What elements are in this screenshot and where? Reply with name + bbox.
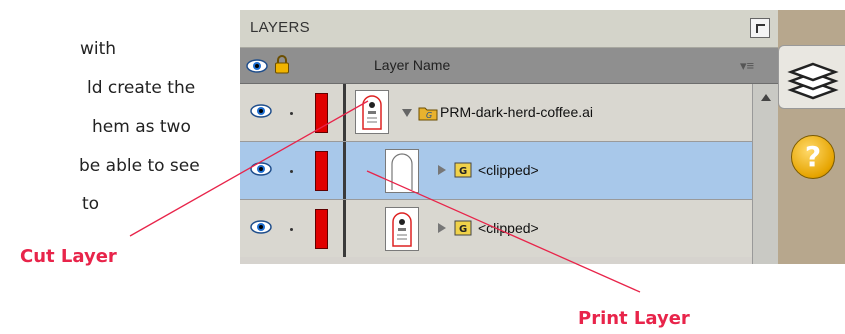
cut-layer-callout: Cut Layer	[20, 246, 117, 267]
print-layer-pointer	[366, 170, 641, 293]
print-layer-callout: Print Layer	[578, 308, 690, 329]
callout-lines	[129, 100, 641, 293]
cut-layer-pointer	[129, 100, 369, 237]
